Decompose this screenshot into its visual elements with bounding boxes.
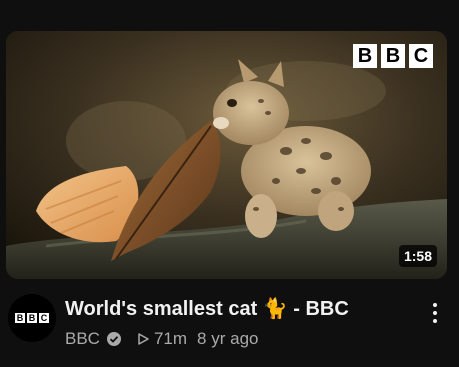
- bbc-logo-letter: B: [353, 44, 377, 68]
- channel-avatar[interactable]: B B C: [8, 294, 56, 342]
- view-count: 71m: [153, 329, 188, 348]
- video-meta: B B C World's smallest cat 🐈 - BBC BBC 7…: [6, 292, 453, 362]
- channel-name[interactable]: BBC: [65, 329, 100, 349]
- bbc-logo-letter: C: [409, 44, 433, 68]
- play-triangle-icon: [138, 333, 149, 345]
- avatar-logo-letter: C: [39, 313, 49, 323]
- bbc-logo: B B C: [353, 44, 433, 68]
- verified-check-icon: [106, 332, 121, 346]
- duration-badge: 1:58: [398, 245, 437, 267]
- video-thumbnail[interactable]: B B C 1:58: [6, 31, 447, 279]
- bbc-logo-letter: B: [381, 44, 405, 68]
- ellipsis-dot: [433, 303, 437, 307]
- avatar-logo-letter: B: [15, 313, 25, 323]
- ellipsis-dot: [433, 319, 437, 323]
- video-title[interactable]: World's smallest cat 🐈 - BBC: [65, 296, 349, 321]
- avatar-logo-letter: B: [27, 313, 37, 323]
- upload-age: 8 yr ago: [197, 329, 259, 348]
- vertical-ellipsis-icon[interactable]: [423, 298, 447, 328]
- thumbnail-image: [6, 31, 447, 279]
- video-card[interactable]: B B C 1:58 B B C World's smallest cat 🐈 …: [0, 0, 459, 367]
- video-subtitle: BBC 71m 8 yr ago: [65, 329, 258, 349]
- ellipsis-dot: [433, 311, 437, 315]
